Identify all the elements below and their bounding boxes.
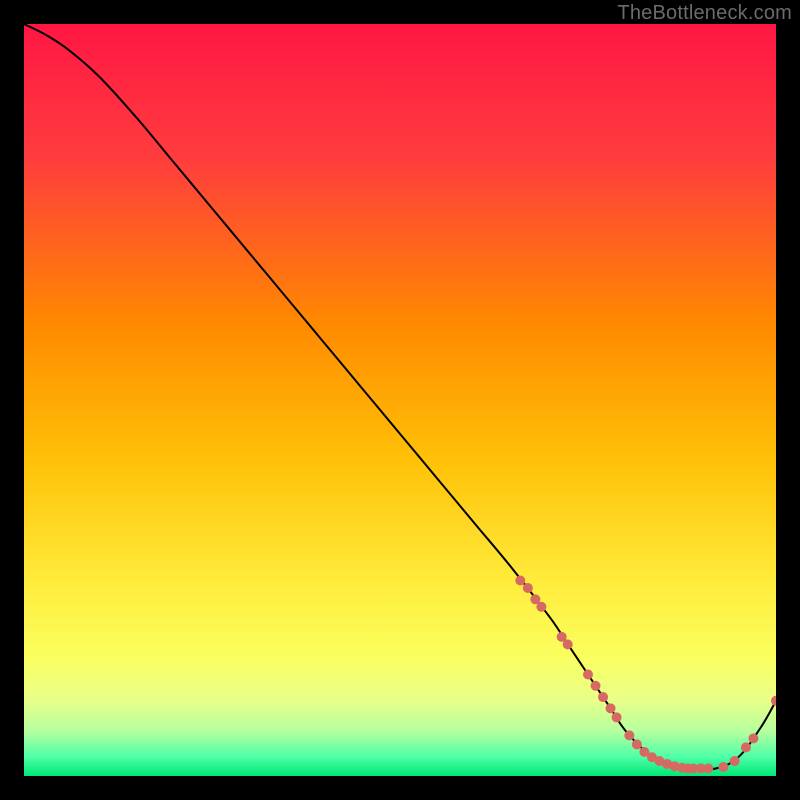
data-point bbox=[598, 692, 608, 702]
data-point bbox=[748, 733, 758, 743]
data-point bbox=[591, 681, 601, 691]
highlighted-points bbox=[515, 575, 776, 773]
data-point bbox=[563, 639, 573, 649]
chart-stage: TheBottleneck.com bbox=[0, 0, 800, 800]
data-point bbox=[515, 575, 525, 585]
data-point bbox=[612, 712, 622, 722]
data-point bbox=[624, 730, 634, 740]
plot-area bbox=[24, 24, 776, 776]
curve-layer bbox=[24, 24, 776, 776]
watermark-text: TheBottleneck.com bbox=[617, 2, 792, 25]
data-point bbox=[741, 742, 751, 752]
data-point bbox=[730, 756, 740, 766]
data-point bbox=[703, 763, 713, 773]
data-point bbox=[606, 703, 616, 713]
data-point bbox=[632, 739, 642, 749]
data-point bbox=[523, 583, 533, 593]
bottleneck-curve bbox=[24, 24, 776, 770]
data-point bbox=[536, 602, 546, 612]
data-point bbox=[771, 696, 776, 706]
data-point bbox=[718, 762, 728, 772]
data-point bbox=[583, 669, 593, 679]
